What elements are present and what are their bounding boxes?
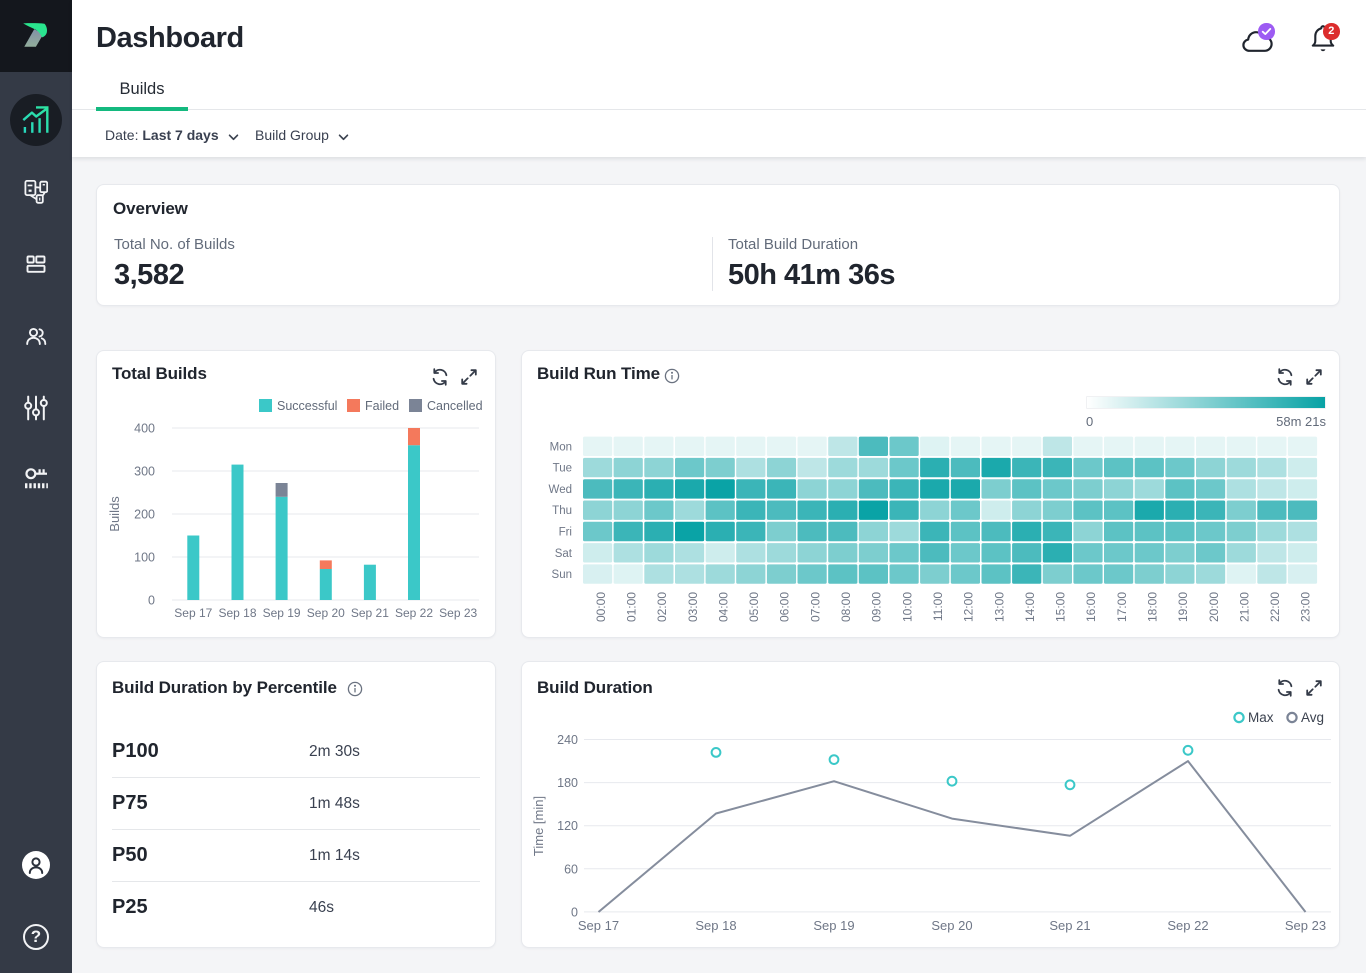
- svg-text:Max: Max: [1248, 710, 1274, 725]
- svg-text:Avg: Avg: [1301, 710, 1324, 725]
